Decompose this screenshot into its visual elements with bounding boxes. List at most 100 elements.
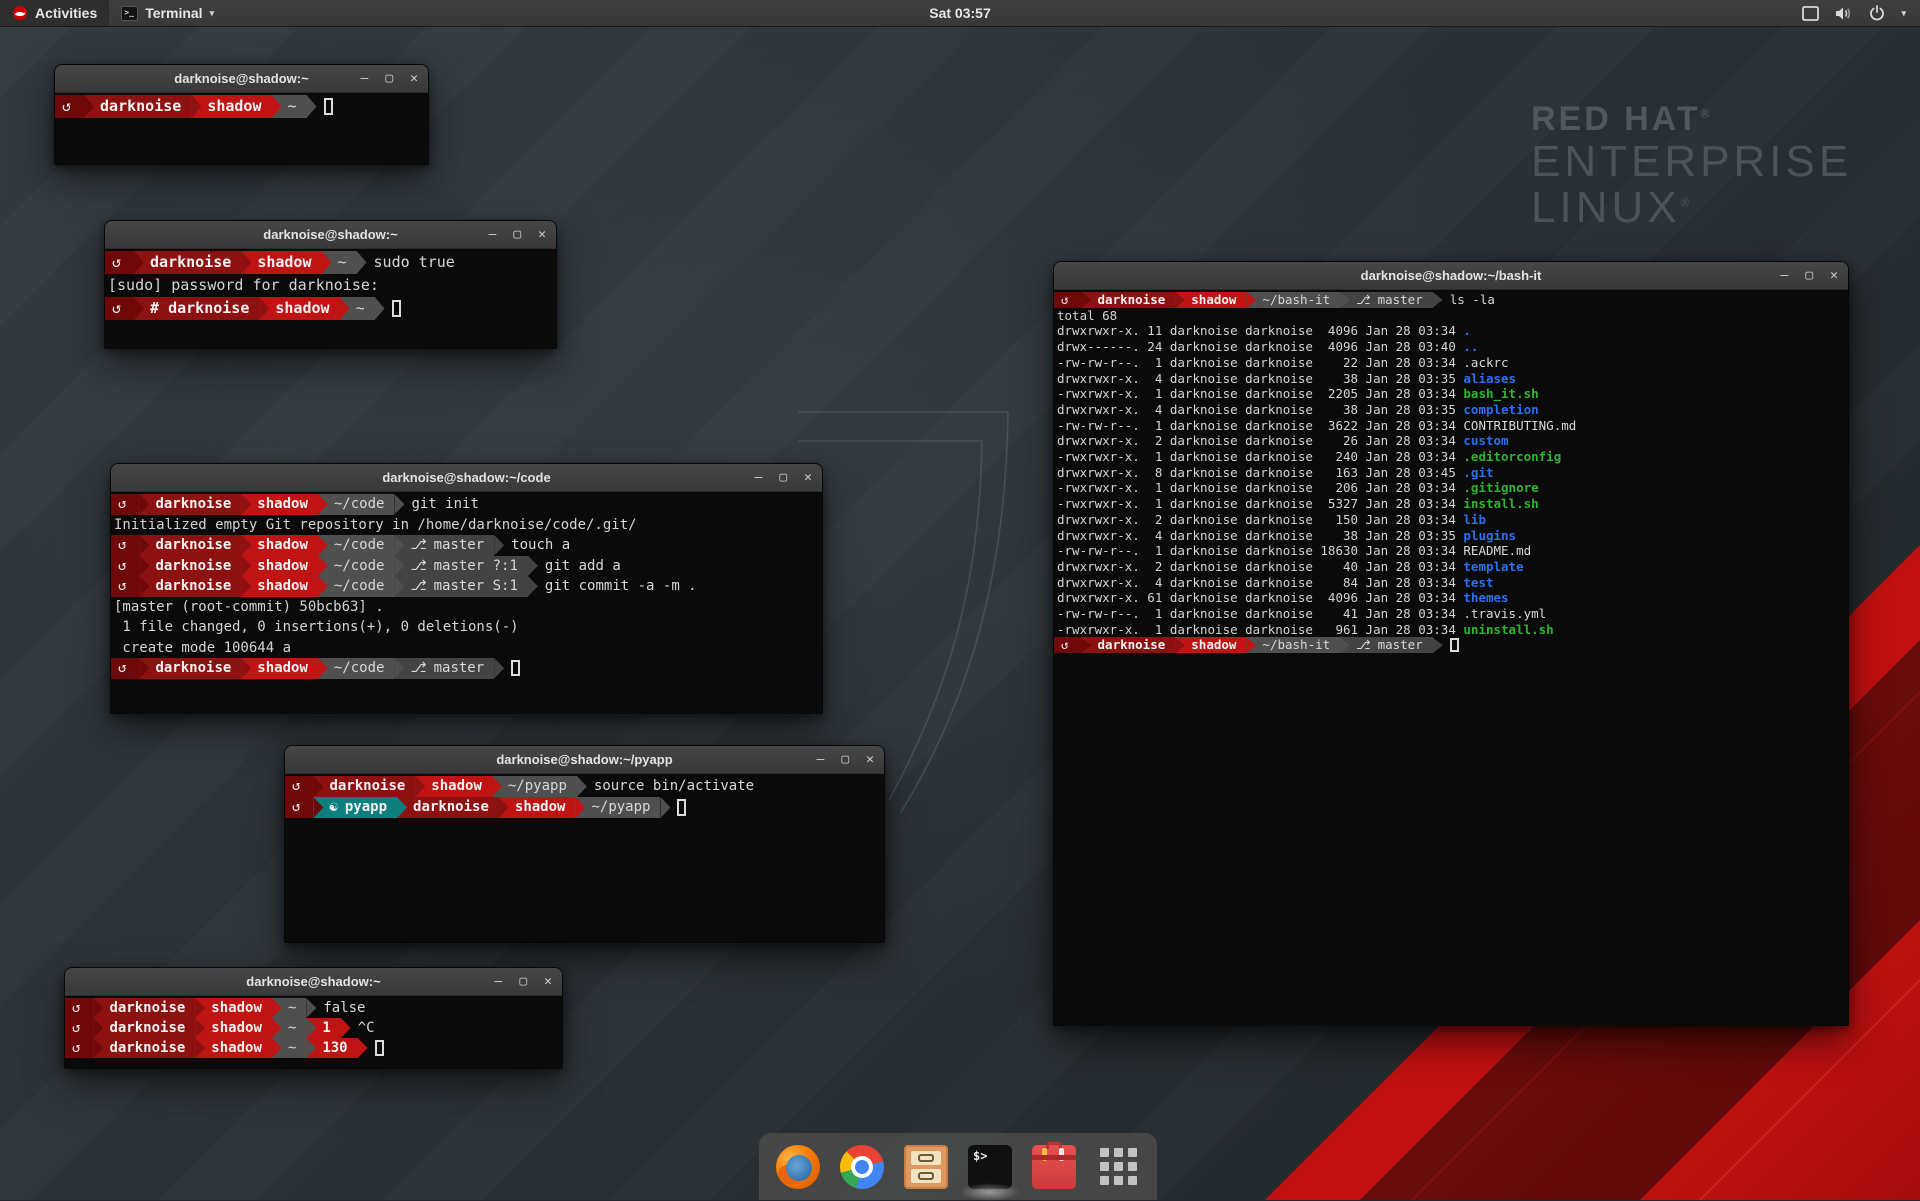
window-controls: – ▢ ✕: [1781, 262, 1838, 289]
ls-row-meta: drwxrwxr-x. 2 darknoise darknoise 150 Ja…: [1057, 512, 1463, 527]
logo-line1: RED HAT: [1531, 100, 1701, 138]
prompt-segment-user: darknoise: [139, 576, 241, 597]
prompt-segment-icon: ↺: [111, 494, 139, 515]
segment-label: ~/code: [334, 556, 385, 577]
maximize-button[interactable]: ▢: [519, 975, 527, 988]
segment-label: darknoise: [109, 1018, 185, 1038]
terminal-content[interactable]: ↺darknoiseshadow~: [55, 93, 428, 164]
prompt-segment-user: darknoise: [139, 658, 241, 679]
prompt-segment-path: ~/code: [318, 576, 395, 597]
activities-button[interactable]: Activities: [0, 0, 109, 26]
screen-share-icon[interactable]: [1802, 6, 1819, 21]
window-title: darknoise@shadow:~: [174, 71, 308, 86]
close-button[interactable]: ✕: [410, 72, 418, 85]
power-icon[interactable]: [1869, 5, 1885, 21]
firefox-icon[interactable]: [776, 1145, 820, 1189]
file-name: .ackrc: [1463, 355, 1508, 370]
terminal-content[interactable]: ↺darknoiseshadow~/pyappsource bin/activa…: [285, 774, 884, 942]
ls-row-meta: drwxrwxr-x. 8 darknoise darknoise 163 Ja…: [1057, 465, 1463, 480]
git-branch-icon: ⎇: [410, 556, 426, 577]
prompt-segment-path: ~/code: [318, 658, 395, 679]
prompt-leader-icon: ↺: [118, 658, 126, 679]
ls-row-meta: -rwxrwxr-x. 1 darknoise darknoise 240 Ja…: [1057, 449, 1463, 464]
minimize-button[interactable]: –: [489, 228, 497, 241]
segment-label: ~: [288, 998, 296, 1018]
terminal-content[interactable]: ↺darknoiseshadow~/bash-it⎇masterls -lato…: [1054, 290, 1848, 1025]
ls-row: drwxrwxr-x. 8 darknoise darknoise 163 Ja…: [1054, 465, 1848, 481]
dock: $>: [759, 1133, 1157, 1200]
minimize-button[interactable]: –: [495, 975, 503, 988]
prompt-segment-user: darknoise: [93, 1018, 195, 1038]
prompt-segment-host: shadow: [241, 494, 318, 515]
prompt-leader-icon: ↺: [118, 556, 126, 577]
segment-label: master: [1378, 637, 1423, 653]
terminal-content[interactable]: ↺darknoiseshadow~sudo true[sudo] passwor…: [105, 249, 556, 348]
minimize-button[interactable]: –: [1781, 269, 1789, 282]
file-name: completion: [1463, 402, 1538, 417]
command-text: source bin/activate: [577, 776, 754, 797]
app-menu-terminal[interactable]: >_ Terminal ▾: [109, 0, 226, 26]
window-title: darknoise@shadow:~/bash-it: [1361, 268, 1542, 283]
clock[interactable]: Sat 03:57: [919, 0, 1000, 26]
chrome-icon[interactable]: [840, 1145, 884, 1189]
prompt-segment-icon: ↺: [65, 1038, 93, 1058]
segment-label: darknoise: [155, 658, 231, 679]
minimize-button[interactable]: –: [817, 753, 825, 766]
volume-icon[interactable]: [1835, 6, 1853, 21]
distro-logo-icon: [12, 5, 28, 21]
logo-line3: LINUX: [1531, 183, 1681, 232]
prompt-segment-user: darknoise: [1082, 637, 1176, 653]
file-name: template: [1463, 559, 1523, 574]
prompt-segment-host: shadow: [241, 535, 318, 556]
terminal-dock-icon[interactable]: $>: [968, 1145, 1012, 1189]
close-button[interactable]: ✕: [1830, 269, 1838, 282]
status-chevron-down-icon[interactable]: ▾: [1901, 8, 1906, 19]
prompt-line: ↺# darknoiseshadow~: [105, 297, 556, 320]
terminal-content[interactable]: ↺darknoiseshadow~false↺darknoiseshadow~1…: [65, 996, 562, 1068]
prompt-line: ↺darknoiseshadow~: [55, 95, 428, 118]
window-controls: – ▢ ✕: [361, 65, 418, 92]
segment-label: shadow: [257, 658, 308, 679]
maximize-button[interactable]: ▢: [385, 72, 393, 85]
close-button[interactable]: ✕: [538, 228, 546, 241]
close-button[interactable]: ✕: [544, 975, 552, 988]
terminal-content[interactable]: ↺darknoiseshadow~/codegit initInitialize…: [111, 492, 822, 713]
minimize-button[interactable]: –: [755, 471, 763, 484]
file-name: CONTRIBUTING.md: [1463, 418, 1576, 433]
window-titlebar[interactable]: darknoise@shadow:~–▢✕: [65, 968, 562, 996]
prompt-segment-host: shadow: [241, 251, 321, 274]
file-manager-icon[interactable]: [904, 1145, 948, 1189]
segment-label: shadow: [257, 535, 308, 556]
segment-label: shadow: [257, 251, 311, 274]
file-name: README.md: [1463, 543, 1531, 558]
app-grid-icon[interactable]: [1096, 1145, 1140, 1189]
toolbox-icon[interactable]: [1032, 1145, 1076, 1189]
prompt-leader-icon: ↺: [1061, 637, 1069, 653]
maximize-button[interactable]: ▢: [779, 471, 787, 484]
prompt-segment-git: ⎇master: [1340, 637, 1433, 653]
file-name: .travis.yml: [1463, 606, 1546, 621]
close-button[interactable]: ✕: [804, 471, 812, 484]
window-titlebar[interactable]: darknoise@shadow:~/bash-it – ▢ ✕: [1054, 262, 1848, 290]
prompt-segment-path: ~/bash-it: [1246, 637, 1340, 653]
registered-mark2: ®: [1681, 196, 1694, 210]
ls-row-meta: drwxrwxr-x. 2 darknoise darknoise 40 Jan…: [1057, 559, 1463, 574]
minimize-button[interactable]: –: [361, 72, 369, 85]
maximize-button[interactable]: ▢: [513, 228, 521, 241]
maximize-button[interactable]: ▢: [841, 753, 849, 766]
segment-label: ~: [356, 297, 365, 320]
window-titlebar[interactable]: darknoise@shadow:~/pyapp–▢✕: [285, 746, 884, 774]
segment-label: darknoise: [155, 556, 231, 577]
maximize-button[interactable]: ▢: [1805, 269, 1813, 282]
output-line: Initialized empty Git repository in /hom…: [111, 515, 822, 536]
window-titlebar[interactable]: darknoise@shadow:~–▢✕: [105, 221, 556, 249]
prompt-segment-user: darknoise: [93, 1038, 195, 1058]
command-text: sudo true: [357, 251, 455, 274]
segment-label: shadow: [1191, 292, 1236, 308]
segment-label: ~: [288, 1018, 296, 1038]
rhel-wallpaper-logo: RED HAT® ENTERPRISE LINUX®: [1531, 100, 1852, 231]
close-button[interactable]: ✕: [866, 753, 874, 766]
window-titlebar[interactable]: darknoise@shadow:~/code–▢✕: [111, 464, 822, 492]
window-titlebar[interactable]: darknoise@shadow:~ – ▢ ✕: [55, 65, 428, 93]
segment-label: darknoise: [329, 776, 405, 797]
